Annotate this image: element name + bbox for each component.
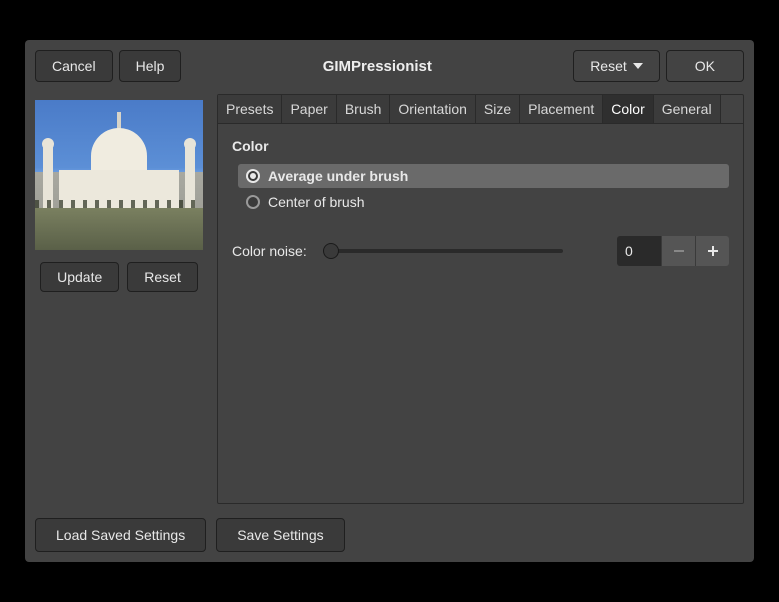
dialog-title: GIMPressionist [187, 58, 567, 75]
gimpressionist-dialog: Cancel Help GIMPressionist Reset OK Upda… [25, 40, 754, 562]
color-noise-input[interactable] [617, 236, 661, 266]
color-section-title: Color [232, 138, 729, 154]
color-noise-row: Color noise: [232, 236, 729, 266]
preview-reset-button[interactable]: Reset [127, 262, 198, 292]
reset-dropdown-button[interactable]: Reset [573, 50, 660, 82]
radio-average-under-brush[interactable]: Average under brush [238, 164, 729, 188]
tab-brush[interactable]: Brush [337, 95, 391, 123]
tab-bar: Presets Paper Brush Orientation Size Pla… [218, 95, 743, 124]
chevron-down-icon [633, 63, 643, 69]
tab-placement[interactable]: Placement [520, 95, 603, 123]
color-noise-slider[interactable] [323, 249, 563, 253]
preview-panel: Update Reset [35, 94, 203, 504]
update-button[interactable]: Update [40, 262, 119, 292]
slider-thumb[interactable] [323, 243, 339, 259]
settings-panel: Presets Paper Brush Orientation Size Pla… [217, 94, 744, 504]
radio-center-of-brush[interactable]: Center of brush [238, 190, 729, 214]
radio-label: Center of brush [268, 194, 365, 210]
footer: Load Saved Settings Save Settings [35, 518, 744, 552]
minus-icon [672, 244, 686, 258]
tab-general[interactable]: General [654, 95, 721, 123]
content-area: Update Reset Presets Paper Brush Orienta… [35, 94, 744, 504]
spinner-decrement-button[interactable] [661, 236, 695, 266]
ok-button[interactable]: OK [666, 50, 744, 82]
reset-button-label: Reset [590, 58, 627, 74]
preview-image [35, 100, 203, 250]
spinner-increment-button[interactable] [695, 236, 729, 266]
preview-buttons: Update Reset [40, 262, 198, 292]
plus-icon [706, 244, 720, 258]
radio-label: Average under brush [268, 168, 408, 184]
save-settings-button[interactable]: Save Settings [216, 518, 344, 552]
radio-icon [246, 169, 260, 183]
load-saved-settings-button[interactable]: Load Saved Settings [35, 518, 206, 552]
color-noise-label: Color noise: [232, 243, 307, 259]
color-tab-body: Color Average under brush Center of brus… [218, 124, 743, 503]
titlebar: Cancel Help GIMPressionist Reset OK [35, 50, 744, 82]
tab-orientation[interactable]: Orientation [390, 95, 475, 123]
color-noise-spinner [617, 236, 729, 266]
cancel-button[interactable]: Cancel [35, 50, 113, 82]
help-button[interactable]: Help [119, 50, 182, 82]
tab-paper[interactable]: Paper [282, 95, 336, 123]
radio-icon [246, 195, 260, 209]
tab-color[interactable]: Color [603, 95, 653, 123]
tab-size[interactable]: Size [476, 95, 520, 123]
tab-presets[interactable]: Presets [218, 95, 282, 123]
